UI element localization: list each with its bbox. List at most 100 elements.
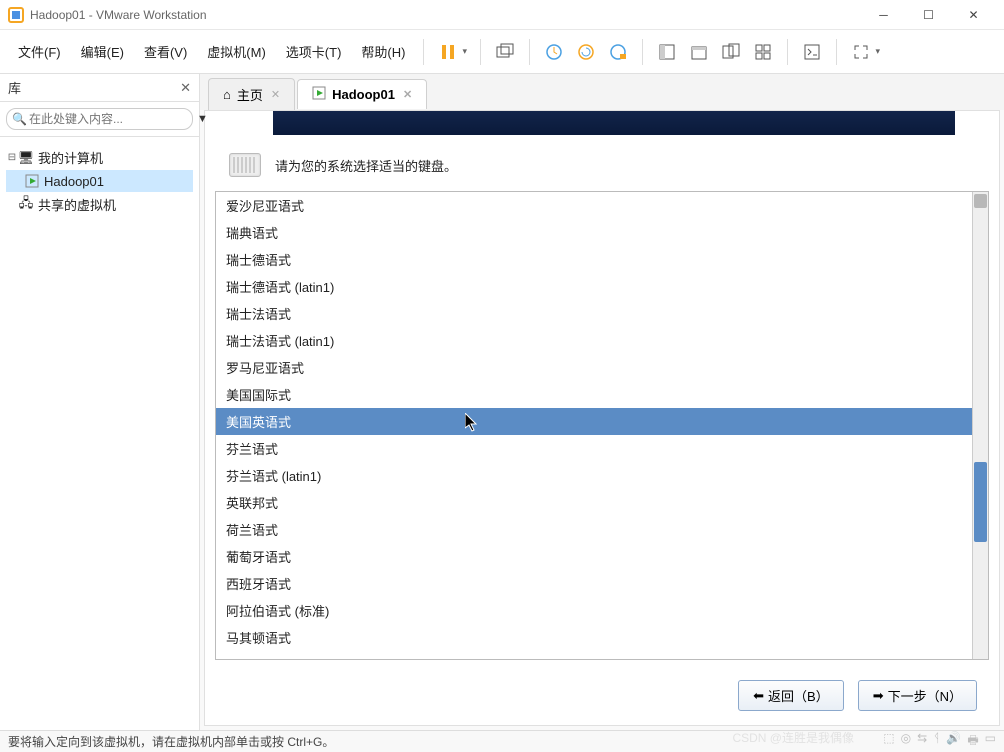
menubar: 文件(F) 编辑(E) 查看(V) 虚拟机(M) 选项卡(T) 帮助(H) ▾ … [0, 30, 1004, 74]
separator [836, 39, 837, 65]
keyboard-option[interactable]: 荷兰语式 [216, 516, 972, 543]
menu-help[interactable]: 帮助(H) [351, 36, 415, 67]
sidebar-title: 库 [8, 78, 21, 97]
scrollbar[interactable] [972, 192, 988, 659]
menu-tabs[interactable]: 选项卡(T) [276, 36, 352, 67]
sidebar-close-icon[interactable]: ✕ [180, 80, 191, 96]
computer-icon: 🖥 [18, 150, 34, 166]
console-icon[interactable] [799, 39, 825, 65]
keyboard-icon [229, 153, 261, 177]
keyboard-option[interactable]: 芬兰语式 [216, 435, 972, 462]
keyboard-option[interactable]: 瑞士德语式 (latin1) [216, 273, 972, 300]
status-device-icons: ⬚ ◎ ⇆ ᛩ 🔊 🖶 ▭ [883, 731, 996, 752]
menu-vm[interactable]: 虚拟机(M) [197, 36, 276, 67]
keyboard-option[interactable]: 芬兰语式 (latin1) [216, 462, 972, 489]
watermark: CSDN @连胜是我偶像 [732, 729, 854, 746]
tab-hadoop01[interactable]: Hadoop01 ✕ [297, 79, 427, 109]
disk-icon[interactable]: ⬚ [883, 731, 894, 752]
keyboard-option[interactable]: 西班牙语式 [216, 570, 972, 597]
menu-edit[interactable]: 编辑(E) [71, 36, 134, 67]
app-icon [8, 7, 24, 23]
layout-tabbed-icon[interactable] [686, 39, 712, 65]
tree-vm-hadoop01[interactable]: Hadoop01 [6, 170, 193, 192]
fullscreen-icon[interactable] [848, 39, 874, 65]
keyboard-list: 爱沙尼亚语式瑞典语式瑞士德语式瑞士德语式 (latin1)瑞士法语式瑞士法语式 … [215, 191, 989, 660]
layout-single-icon[interactable] [654, 39, 680, 65]
keyboard-option[interactable]: 爱沙尼亚语式 [216, 192, 972, 219]
separator [787, 39, 788, 65]
sound-icon[interactable]: 🔊 [946, 731, 961, 752]
keyboard-option[interactable]: 阿拉伯语式 (标准) [216, 597, 972, 624]
scroll-thumb-top[interactable] [974, 194, 987, 208]
keyboard-option[interactable]: 瑞典语式 [216, 219, 972, 246]
tab-label: Hadoop01 [332, 87, 395, 102]
close-button[interactable]: ✕ [951, 0, 996, 30]
keyboard-option[interactable]: 美国英语式 [216, 408, 972, 435]
tab-close-icon[interactable]: ✕ [403, 88, 412, 101]
vm-icon [312, 86, 326, 103]
separator [529, 39, 530, 65]
keyboard-option[interactable]: 英联邦式 [216, 489, 972, 516]
keyboard-option[interactable]: 瑞士法语式 (latin1) [216, 327, 972, 354]
keyboard-option[interactable]: 美国国际式 [216, 381, 972, 408]
library-sidebar: 库 ✕ 🔍 ▼ ⊟ 🖥 我的计算机 Hadoop01 🖧 共享的虚拟机 [0, 74, 200, 730]
send-ctrlaltdel-icon[interactable] [492, 39, 518, 65]
keyboard-option[interactable]: 葡萄牙语式 [216, 543, 972, 570]
maximize-button[interactable]: ☐ [906, 0, 951, 30]
arrow-left-icon: ⬅ [753, 688, 764, 704]
vm-console[interactable]: 请为您的系统选择适当的键盘。 爱沙尼亚语式瑞典语式瑞士德语式瑞士德语式 (lat… [204, 110, 1000, 726]
pause-dropdown[interactable]: ▾ [462, 46, 472, 57]
keyboard-option[interactable]: 瑞士德语式 [216, 246, 972, 273]
search-icon: 🔍 [12, 112, 27, 126]
back-label: 返回（B） [768, 686, 829, 705]
keyboard-prompt-text: 请为您的系统选择适当的键盘。 [275, 156, 457, 175]
shared-icon: 🖧 [18, 197, 34, 213]
tree-my-computer[interactable]: ⊟ 🖥 我的计算机 [6, 145, 193, 170]
menu-file[interactable]: 文件(F) [8, 36, 71, 67]
tree-shared-vms[interactable]: 🖧 共享的虚拟机 [6, 192, 193, 217]
expand-icon[interactable] [6, 199, 18, 210]
pause-button[interactable] [435, 39, 461, 65]
tree-label: Hadoop01 [44, 174, 104, 189]
keyboard-option[interactable]: 罗马尼亚语式 [216, 354, 972, 381]
tab-label: 主页 [237, 85, 263, 104]
separator [642, 39, 643, 65]
installer-banner [273, 111, 955, 135]
home-icon: ⌂ [223, 87, 231, 102]
unity-icon[interactable] [750, 39, 776, 65]
titlebar: Hadoop01 - VMware Workstation ─ ☐ ✕ [0, 0, 1004, 30]
display-icon[interactable]: ▭ [985, 731, 996, 752]
scroll-thumb[interactable] [974, 462, 987, 542]
tree-label: 我的计算机 [38, 148, 103, 167]
separator [423, 39, 424, 65]
menu-view[interactable]: 查看(V) [134, 36, 197, 67]
back-button[interactable]: ⬅ 返回（B） [738, 680, 844, 711]
keyboard-prompt-row: 请为您的系统选择适当的键盘。 [205, 147, 999, 191]
library-tree: ⊟ 🖥 我的计算机 Hadoop01 🖧 共享的虚拟机 [0, 137, 199, 225]
window-title: Hadoop01 - VMware Workstation [30, 8, 861, 22]
snapshot-revert-icon[interactable] [573, 39, 599, 65]
expand-icon[interactable]: ⊟ [6, 152, 18, 163]
search-dropdown[interactable]: ▼ [197, 113, 208, 125]
nav-buttons: ⬅ 返回（B） ➡ 下一步（N） [205, 670, 999, 725]
minimize-button[interactable]: ─ [861, 0, 906, 30]
content-area: ⌂ 主页 ✕ Hadoop01 ✕ 请为您的系统选择适当的键盘。 爱沙尼亚语式瑞… [200, 74, 1004, 730]
tab-close-icon[interactable]: ✕ [271, 88, 280, 101]
cd-icon[interactable]: ◎ [901, 731, 911, 752]
net-icon[interactable]: ⇆ [917, 731, 927, 752]
snapshot-icon[interactable] [541, 39, 567, 65]
keyboard-option[interactable]: 马其顿语式 [216, 624, 972, 651]
separator [480, 39, 481, 65]
printer-icon[interactable]: 🖶 [967, 731, 978, 752]
next-button[interactable]: ➡ 下一步（N） [858, 680, 977, 711]
usb-icon[interactable]: ᛩ [933, 731, 940, 752]
snapshot-manager-icon[interactable] [605, 39, 631, 65]
tree-label: 共享的虚拟机 [38, 195, 116, 214]
tab-home[interactable]: ⌂ 主页 ✕ [208, 78, 295, 110]
keyboard-option[interactable]: 瑞士法语式 [216, 300, 972, 327]
fullscreen-dropdown[interactable]: ▾ [875, 46, 885, 57]
layout-multi-icon[interactable] [718, 39, 744, 65]
search-input[interactable] [6, 108, 193, 130]
next-label: 下一步（N） [888, 686, 962, 705]
status-text: 要将输入定向到该虚拟机，请在虚拟机内部单击或按 Ctrl+G。 [8, 733, 334, 750]
